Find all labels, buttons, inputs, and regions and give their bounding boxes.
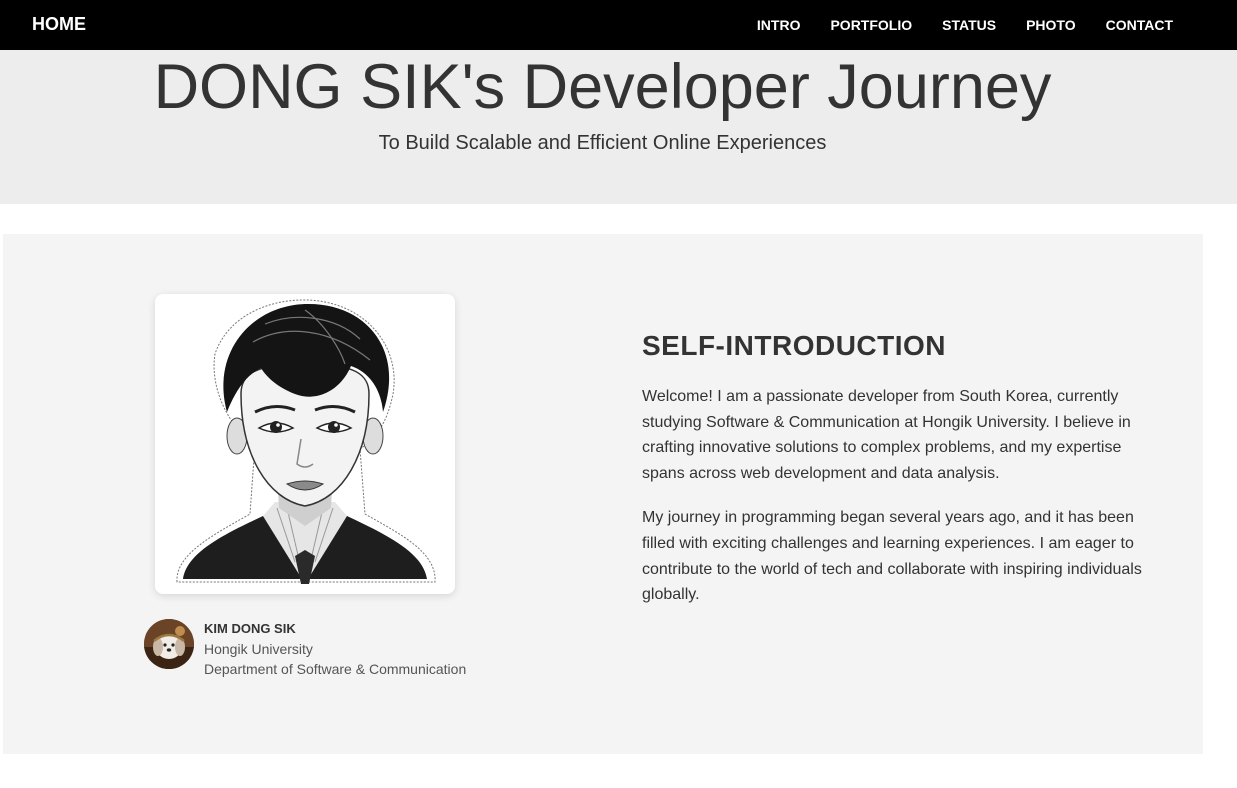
nav-link-portfolio[interactable]: PORTFOLIO — [830, 17, 912, 33]
intro-heading: SELF-INTRODUCTION — [642, 330, 947, 361]
hero-banner: DONG SIK's Developer Journey To Build Sc… — [0, 50, 1237, 204]
intro-paragraph-2: My journey in programming began several … — [642, 509, 1142, 604]
nav-links: INTRO PORTFOLIO STATUS PHOTO CONTACT — [727, 17, 1173, 33]
profile-department: Department of Software & Communication — [204, 661, 467, 677]
hero-title: DONG SIK's Developer Journey — [153, 52, 1052, 122]
intro-text-block: SELF-INTRODUCTION Welcome! I am a passio… — [642, 330, 1152, 627]
intro-paragraph-1: Welcome! I am a passionate developer fro… — [642, 388, 1131, 482]
profile-details: KIM DONG SIK Hongik University Departmen… — [204, 619, 466, 679]
nav-link-photo[interactable]: PHOTO — [1026, 17, 1076, 33]
self-introduction-section: KIM DONG SIK Hongik University Departmen… — [3, 234, 1203, 754]
profile-name: KIM DONG SIK — [204, 621, 296, 636]
nav-home-link[interactable]: HOME — [32, 14, 86, 35]
nav-link-intro[interactable]: INTRO — [757, 17, 801, 33]
portrait-image — [155, 294, 455, 594]
hero-subtitle: To Build Scalable and Efficient Online E… — [378, 132, 827, 154]
avatar — [144, 619, 194, 669]
nav-link-status[interactable]: STATUS — [942, 17, 996, 33]
top-navbar: HOME INTRO PORTFOLIO STATUS PHOTO CONTAC… — [0, 0, 1237, 50]
profile-university: Hongik University — [204, 641, 313, 657]
nav-link-contact[interactable]: CONTACT — [1106, 17, 1173, 33]
